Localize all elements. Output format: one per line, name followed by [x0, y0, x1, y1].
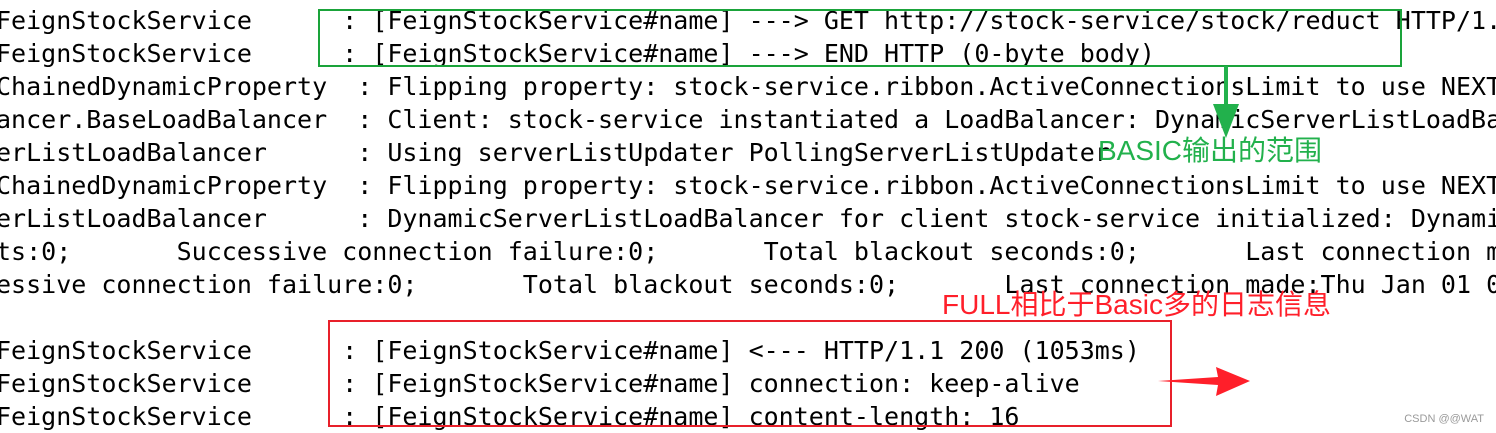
green-arrow-icon	[1213, 66, 1239, 138]
basic-annotation-label: BASIC输出的范围	[1098, 135, 1323, 166]
watermark: CSDN @@WAT	[1404, 413, 1484, 425]
full-annotation-label: FULL相比于Basic多的日志信息	[942, 289, 1331, 320]
red-arrow-icon	[1158, 367, 1250, 396]
annotation-arrows	[1158, 66, 1250, 396]
